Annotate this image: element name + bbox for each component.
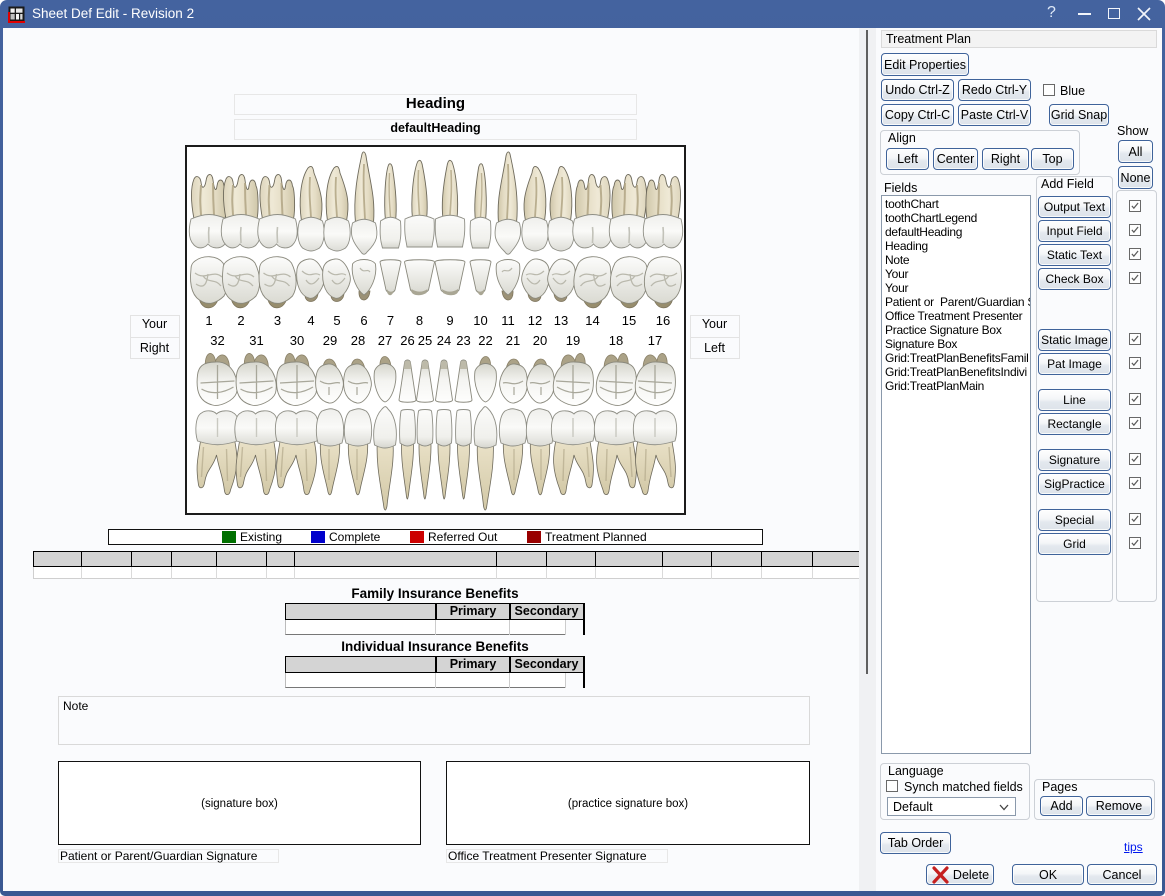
- svg-text:31: 31: [249, 333, 263, 348]
- svg-text:18: 18: [608, 333, 622, 348]
- svg-text:21: 21: [505, 333, 519, 348]
- svg-text:9: 9: [446, 313, 453, 328]
- svg-text:7: 7: [386, 313, 393, 328]
- svg-text:23: 23: [456, 333, 470, 348]
- svg-text:10: 10: [473, 313, 487, 328]
- svg-text:17: 17: [647, 333, 661, 348]
- svg-text:2: 2: [237, 313, 244, 328]
- svg-text:6: 6: [360, 313, 367, 328]
- svg-text:1: 1: [205, 313, 212, 328]
- svg-text:15: 15: [621, 313, 635, 328]
- svg-text:30: 30: [289, 333, 303, 348]
- svg-text:14: 14: [585, 313, 599, 328]
- svg-text:32: 32: [210, 333, 224, 348]
- svg-text:22: 22: [478, 333, 492, 348]
- svg-text:24: 24: [436, 333, 450, 348]
- svg-text:4: 4: [307, 313, 314, 328]
- svg-text:3: 3: [273, 313, 280, 328]
- svg-text:13: 13: [553, 313, 567, 328]
- svg-text:26: 26: [400, 333, 414, 348]
- svg-text:11: 11: [501, 313, 515, 328]
- svg-text:20: 20: [532, 333, 546, 348]
- svg-text:25: 25: [417, 333, 431, 348]
- svg-text:5: 5: [333, 313, 340, 328]
- svg-text:27: 27: [377, 333, 391, 348]
- svg-text:28: 28: [350, 333, 364, 348]
- svg-text:12: 12: [527, 313, 541, 328]
- svg-text:8: 8: [415, 313, 422, 328]
- svg-text:29: 29: [322, 333, 336, 348]
- svg-text:16: 16: [655, 313, 669, 328]
- svg-text:19: 19: [565, 333, 579, 348]
